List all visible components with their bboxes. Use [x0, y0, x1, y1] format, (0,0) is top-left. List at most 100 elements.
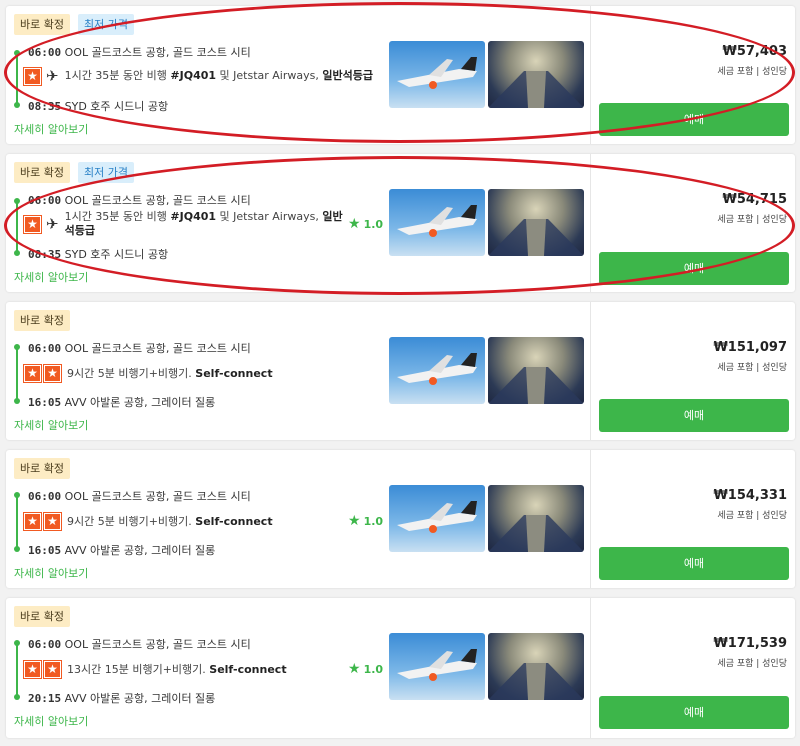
timeline-dot: [14, 198, 20, 204]
flight-result-card: 바로 확정 06:00 OOL 골드코스트 공항, 골드 코스트 시티 ★ ★ …: [6, 302, 795, 440]
airplane-photo[interactable]: [389, 485, 485, 552]
departure-time: 06:00: [28, 46, 62, 59]
arrival-time: 16:05: [28, 544, 62, 557]
price: ₩57,403: [722, 44, 787, 59]
arrival-place: AVV 아발론 공항, 그레이터 질롱: [64, 396, 216, 409]
star-icon: ★: [348, 661, 361, 677]
timeline-dot: [14, 694, 20, 700]
jetstar-star-icon: ★: [43, 512, 62, 531]
flight-result-card: 바로 확정 06:00 OOL 골드코스트 공항, 골드 코스트 시티 ★ ★ …: [6, 598, 795, 738]
departure-time: 06:00: [28, 194, 62, 207]
arrival-time: 20:15: [28, 692, 62, 705]
flight-info: 1시간 35분 동안 비행 #JQ401 및 Jetstar Airways, …: [64, 210, 343, 237]
jetstar-star-icon: ★: [23, 512, 42, 531]
departure-row: 06:00 OOL 골드코스트 공항, 골드 코스트 시티: [28, 340, 251, 356]
jetstar-star-icon: ★: [23, 214, 42, 234]
timeline-line: [16, 497, 18, 551]
cabin-photo[interactable]: [488, 337, 584, 404]
departure-time: 06:00: [28, 638, 62, 651]
flight-segment: ★ ★ 9시간 5분 비행기+비행기. Self-connect: [23, 512, 273, 531]
lowest-price-badge: 최저 가격: [77, 162, 134, 183]
airplane-icon: ✈: [46, 215, 59, 233]
departure-row: 06:00 OOL 골드코스트 공항, 골드 코스트 시티: [28, 636, 251, 652]
rating: ★ 1.0: [348, 216, 384, 232]
book-button[interactable]: 예매: [599, 399, 789, 432]
star-icon: ★: [348, 513, 361, 529]
price-note: 세금 포함 | 성인당: [717, 511, 787, 521]
arrival-place: SYD 호주 시드니 공항: [64, 248, 169, 261]
airplane-photo[interactable]: [389, 337, 485, 404]
departure-place: OOL 골드코스트 공항, 골드 코스트 시티: [64, 490, 251, 503]
book-button[interactable]: 예매: [599, 252, 789, 285]
flight-number: #JQ401: [170, 210, 217, 223]
flight-segment: ★ ★ 9시간 5분 비행기+비행기. Self-connect: [23, 364, 273, 383]
airplane-photo[interactable]: [389, 189, 485, 256]
flight-info: 9시간 5분 비행기+비행기. Self-connect: [67, 366, 273, 380]
flight-number: #JQ401: [170, 69, 217, 82]
details-link[interactable]: 자세히 알아보기: [14, 269, 88, 285]
instant-confirm-badge: 바로 확정: [14, 606, 70, 627]
timeline-dot: [14, 398, 20, 404]
timeline-line: [16, 53, 18, 107]
timeline-dot: [14, 250, 20, 256]
departure-place: OOL 골드코스트 공항, 골드 코스트 시티: [64, 638, 251, 651]
cabin-photo[interactable]: [488, 189, 584, 256]
price: ₩171,539: [713, 636, 787, 651]
cabin-photo[interactable]: [488, 633, 584, 700]
departure-place: OOL 골드코스트 공항, 골드 코스트 시티: [64, 194, 251, 207]
star-icon: ★: [348, 216, 361, 232]
arrival-place: AVV 아발론 공항, 그레이터 질롱: [64, 544, 216, 557]
self-connect-label: Self-connect: [195, 366, 273, 380]
self-connect-label: Self-connect: [209, 662, 287, 676]
departure-row: 06:00 OOL 골드코스트 공항, 골드 코스트 시티: [28, 44, 251, 60]
timeline-dot: [14, 546, 20, 552]
cabin-photo[interactable]: [488, 41, 584, 108]
arrival-row: 08:35 SYD 호주 시드니 공항: [28, 98, 168, 114]
jetstar-star-icon: ★: [43, 364, 62, 383]
jetstar-star-icon: ★: [43, 660, 62, 679]
price: ₩54,715: [722, 192, 787, 207]
book-button[interactable]: 예매: [599, 696, 789, 729]
cabin-photo[interactable]: [488, 485, 584, 552]
timeline-dot: [14, 344, 20, 350]
jetstar-star-icon: ★: [23, 66, 42, 86]
price: ₩151,097: [713, 340, 787, 355]
lowest-price-badge: 최저 가격: [77, 14, 134, 35]
jetstar-star-icon: ★: [23, 660, 42, 679]
timeline-line: [16, 645, 18, 699]
timeline-dot: [14, 102, 20, 108]
arrival-place: AVV 아발론 공항, 그레이터 질롱: [64, 692, 216, 705]
timeline-line: [16, 201, 18, 255]
details-link[interactable]: 자세히 알아보기: [14, 121, 88, 137]
flight-info: 13시간 15분 비행기+비행기. Self-connect: [67, 662, 287, 676]
book-button[interactable]: 예매: [599, 103, 789, 136]
arrival-time: 16:05: [28, 396, 62, 409]
timeline-line: [16, 349, 18, 403]
details-link[interactable]: 자세히 알아보기: [14, 713, 88, 729]
departure-time: 06:00: [28, 490, 62, 503]
flight-segment: ★ ★ 13시간 15분 비행기+비행기. Self-connect: [23, 660, 287, 679]
price-note: 세금 포함 | 성인당: [717, 67, 787, 77]
cabin-class: 일반석등급: [322, 69, 373, 82]
self-connect-label: Self-connect: [195, 514, 273, 528]
departure-row: 06:00 OOL 골드코스트 공항, 골드 코스트 시티: [28, 488, 251, 504]
airplane-photo[interactable]: [389, 41, 485, 108]
price-note: 세금 포함 | 성인당: [717, 659, 787, 669]
timeline-dot: [14, 50, 20, 56]
price-note: 세금 포함 | 성인당: [717, 363, 787, 373]
instant-confirm-badge: 바로 확정: [14, 458, 70, 479]
arrival-row: 20:15 AVV 아발론 공항, 그레이터 질롱: [28, 690, 215, 706]
arrival-time: 08:35: [28, 248, 62, 261]
arrival-row: 16:05 AVV 아발론 공항, 그레이터 질롱: [28, 542, 215, 558]
rating: ★ 1.0: [348, 661, 384, 677]
instant-confirm-badge: 바로 확정: [14, 14, 70, 35]
book-button[interactable]: 예매: [599, 547, 789, 580]
details-link[interactable]: 자세히 알아보기: [14, 417, 88, 433]
departure-place: OOL 골드코스트 공항, 골드 코스트 시티: [64, 46, 251, 59]
timeline-dot: [14, 640, 20, 646]
arrival-time: 08:35: [28, 100, 62, 113]
details-link[interactable]: 자세히 알아보기: [14, 565, 88, 581]
airplane-photo[interactable]: [389, 633, 485, 700]
departure-time: 06:00: [28, 342, 62, 355]
price-note: 세금 포함 | 성인당: [717, 215, 787, 225]
